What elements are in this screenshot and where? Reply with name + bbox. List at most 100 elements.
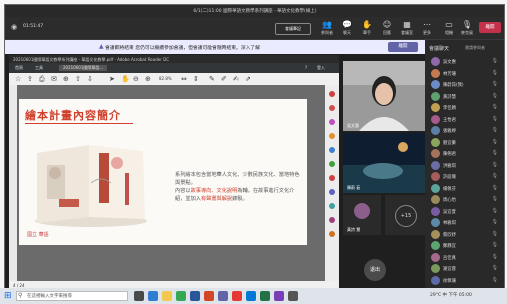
fit-page-icon[interactable]: ⇔ <box>181 75 187 83</box>
participant-row[interactable]: 林芳珊 🎙 <box>429 68 504 80</box>
participant-row[interactable]: 黃詩慧 🎙 <box>429 91 504 103</box>
edge-icon[interactable] <box>148 291 158 301</box>
fill-sign-icon[interactable] <box>329 217 335 223</box>
shared-pdf-viewer: 20210601國際華語文教學系列講座 - 華語文化教學.pdf - Adobe… <box>9 55 339 291</box>
leave-circle-button[interactable]: 退出 <box>364 259 386 281</box>
speaker-video-tile[interactable]: 吳文惠 <box>343 61 425 131</box>
zoom-level[interactable]: 82.8% <box>159 76 172 81</box>
participant-row[interactable]: 許庭瑜 🎙 <box>429 171 504 183</box>
zoom-in-icon[interactable]: ⊕ <box>63 75 69 83</box>
participant-row[interactable]: 吳文惠 🎙 <box>429 56 504 68</box>
comment-tool-icon[interactable] <box>329 133 335 139</box>
mic-muted-icon: 🎙 <box>491 104 498 110</box>
banner-text: 會議即將結束 您仍可以繼續參加會議，但會議可能會隨時結束。深入了解 <box>105 46 261 51</box>
invite-link[interactable]: 邀請參與者 <box>465 45 485 51</box>
mail-icon[interactable]: ✉ <box>51 75 57 83</box>
participant-avatar-tile[interactable]: 黃詩 慧 <box>343 195 381 235</box>
word-icon[interactable] <box>190 291 200 301</box>
send-icon[interactable] <box>329 231 335 237</box>
sign-icon[interactable]: ✍ <box>233 75 239 83</box>
compress-icon[interactable] <box>329 175 335 181</box>
organize-icon[interactable] <box>329 161 335 167</box>
avatar <box>431 103 440 112</box>
scroll-icon[interactable]: ⇕ <box>193 75 199 83</box>
leave-button[interactable]: 離開 <box>479 22 501 33</box>
avatar <box>431 195 440 204</box>
redact-icon[interactable] <box>329 189 335 195</box>
file-explorer-icon[interactable] <box>162 291 172 301</box>
tab-document[interactable]: 20210601國際華語... <box>59 65 108 71</box>
participant-row[interactable]: 呂佳真 🎙 <box>429 252 504 264</box>
settings-icon[interactable] <box>288 291 298 301</box>
more-button[interactable]: ⋯ 更多 <box>419 20 435 36</box>
powerpoint-icon[interactable] <box>204 291 214 301</box>
mic-muted-icon: 🎙 <box>491 276 498 283</box>
chat-button[interactable]: 💬 聊天 <box>339 20 355 36</box>
speaker-name: 吳文惠 <box>347 123 359 128</box>
participant-row[interactable]: 陳俐君 🎙 <box>429 148 504 160</box>
select-icon[interactable]: ➤ <box>109 75 115 83</box>
participant-row[interactable]: 謝宜蓉 🎙 <box>429 263 504 275</box>
avatar <box>431 80 440 89</box>
print-icon[interactable]: ⎙ <box>39 75 45 83</box>
taskbar-search-input[interactable]: 在這裡輸入文字來搜尋 <box>16 291 128 301</box>
reactions-button[interactable]: ☺ 回應 <box>379 20 395 36</box>
participant-row[interactable]: 徐佩珊 🎙 <box>429 275 504 287</box>
combine-icon[interactable] <box>329 147 335 153</box>
teams-icon[interactable] <box>218 291 228 301</box>
next-page-icon[interactable]: ⇩ <box>87 75 93 83</box>
raise-hand-button[interactable]: ✋ 舉手 <box>359 20 375 36</box>
export-pdf-icon[interactable] <box>329 91 335 97</box>
participant-row[interactable]: 劉宜蓁 🎙 <box>429 137 504 149</box>
mic-button[interactable]: 🎙 麥克風 <box>459 20 475 36</box>
comment-icon[interactable]: ✎ <box>209 75 215 83</box>
sign-in-button[interactable]: 登入 <box>317 65 325 71</box>
tab-home[interactable]: 首頁 <box>15 65 23 71</box>
excel-icon[interactable] <box>260 291 270 301</box>
participant-row[interactable]: 張雅婷 🎙 <box>429 125 504 137</box>
onenote-icon[interactable] <box>274 291 284 301</box>
upload-icon[interactable]: ⇪ <box>27 75 33 83</box>
highlight-icon[interactable]: ✐ <box>221 75 227 83</box>
slide-title: 繪本計畫內容簡介 <box>25 109 121 122</box>
protect-icon[interactable] <box>329 203 335 209</box>
participant-row[interactable]: 洪雅琪 🎙 <box>429 160 504 172</box>
participant-name: 謝宜蓉 <box>443 267 456 272</box>
tab-tools[interactable]: 工具 <box>35 65 43 71</box>
outlook-icon[interactable] <box>246 291 256 301</box>
banner-leave-button[interactable]: 離開 <box>388 42 418 52</box>
create-pdf-icon[interactable] <box>329 105 335 111</box>
edit-pdf-icon[interactable] <box>329 119 335 125</box>
participant-row[interactable]: 鄭靜宜 🎙 <box>429 240 504 252</box>
chrome-icon[interactable] <box>176 291 186 301</box>
mic-muted-icon: 🎙 <box>491 196 498 202</box>
hand-tool-icon[interactable]: ✋ <box>121 75 130 83</box>
acrobat-icon[interactable] <box>232 291 242 301</box>
prev-page-icon[interactable]: ⇧ <box>75 75 81 83</box>
participant-row[interactable]: 楊佩芬 🎙 <box>429 183 504 195</box>
help-icon[interactable]: ? <box>305 65 307 70</box>
participant-row[interactable]: 李佳穎 🎙 <box>429 102 504 114</box>
rooms-button[interactable]: ▦ 會議室 <box>399 20 415 36</box>
panel-header: 會議聊天 邀請參與者 <box>425 42 504 54</box>
share-icon[interactable]: ⇗ <box>245 75 251 83</box>
meeting-notes-button[interactable]: 會議筆記 <box>275 23 311 35</box>
zoom-in-tool-icon[interactable]: ⊕ <box>145 75 151 83</box>
participant-row[interactable]: 吳宜萱 🎙 <box>429 206 504 218</box>
participant-row[interactable]: 蔡欣妤 🎙 <box>429 229 504 241</box>
mic-muted-icon: 🎙 <box>491 127 498 133</box>
participant-row[interactable]: 王怡君 🎙 <box>429 114 504 126</box>
more-participants-tile[interactable]: +15 <box>385 195 425 235</box>
participant-video-tile[interactable]: 陳蔚 茹 <box>343 133 425 193</box>
participant-row[interactable]: 林雅琪 🎙 <box>429 217 504 229</box>
avatar <box>431 149 440 158</box>
system-tray[interactable]: 29°C 中 下午 05:00 <box>430 292 472 298</box>
participant-row[interactable]: 陳蔚茹(我) 🎙 <box>429 79 504 91</box>
task-view-icon[interactable] <box>134 291 144 301</box>
camera-button[interactable]: ▭ 相機 <box>441 20 457 36</box>
save-icon[interactable]: ☆ <box>15 75 21 83</box>
participant-row[interactable]: 周心怡 🎙 <box>429 194 504 206</box>
windows-start-icon[interactable]: ⊞ <box>4 290 12 302</box>
participants-button[interactable]: 👥 參與者 <box>319 20 335 36</box>
zoom-out-icon[interactable]: ⊖ <box>133 75 139 83</box>
